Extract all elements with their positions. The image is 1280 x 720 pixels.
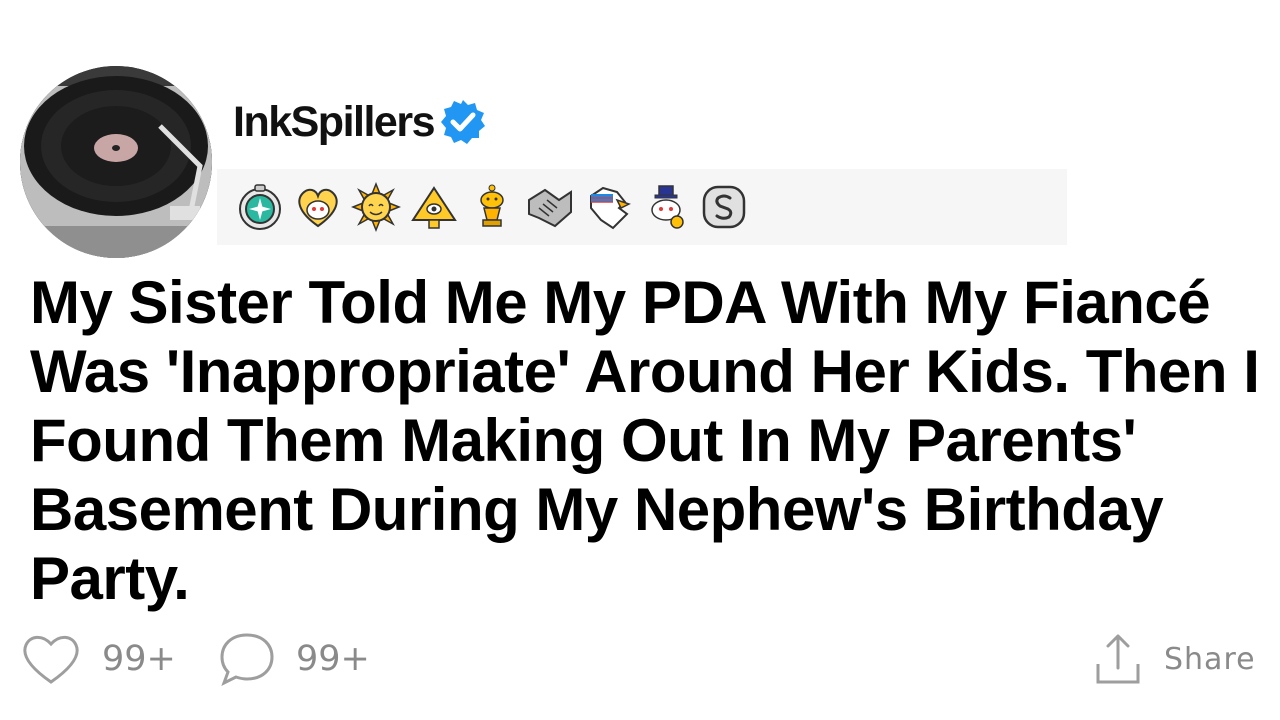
like-count: 99+ — [102, 639, 176, 679]
eagle-award-icon[interactable] — [583, 182, 633, 232]
comment-button[interactable]: 99+ — [218, 628, 370, 690]
sun-award-icon[interactable] — [351, 182, 401, 232]
heart-snoo-award-icon[interactable] — [293, 182, 343, 232]
verified-badge-icon — [440, 100, 485, 144]
gold-trophy-award-icon[interactable] — [467, 182, 517, 232]
share-label: Share — [1164, 641, 1256, 677]
handshake-award-icon[interactable] — [525, 182, 575, 232]
snoo-hat-award-icon[interactable] — [641, 182, 691, 232]
heart-icon — [23, 635, 79, 684]
share-icon — [1096, 634, 1140, 684]
comment-icon — [220, 633, 274, 687]
avatar[interactable] — [20, 66, 212, 258]
comment-count: 99+ — [296, 639, 370, 679]
pyramid-eye-award-icon[interactable] — [409, 182, 459, 232]
like-button[interactable]: 99+ — [20, 628, 176, 690]
post-title[interactable]: My Sister Told Me My PDA With My Fiancé … — [30, 268, 1260, 613]
share-button[interactable]: Share — [1094, 628, 1256, 690]
compass-award-icon[interactable] — [235, 182, 285, 232]
username[interactable]: InkSpillers — [233, 98, 435, 147]
silver-s-award-icon[interactable] — [699, 182, 749, 232]
record-player-avatar — [20, 66, 212, 258]
author-row: InkSpillers — [233, 94, 488, 150]
awards-bar — [217, 169, 1067, 245]
